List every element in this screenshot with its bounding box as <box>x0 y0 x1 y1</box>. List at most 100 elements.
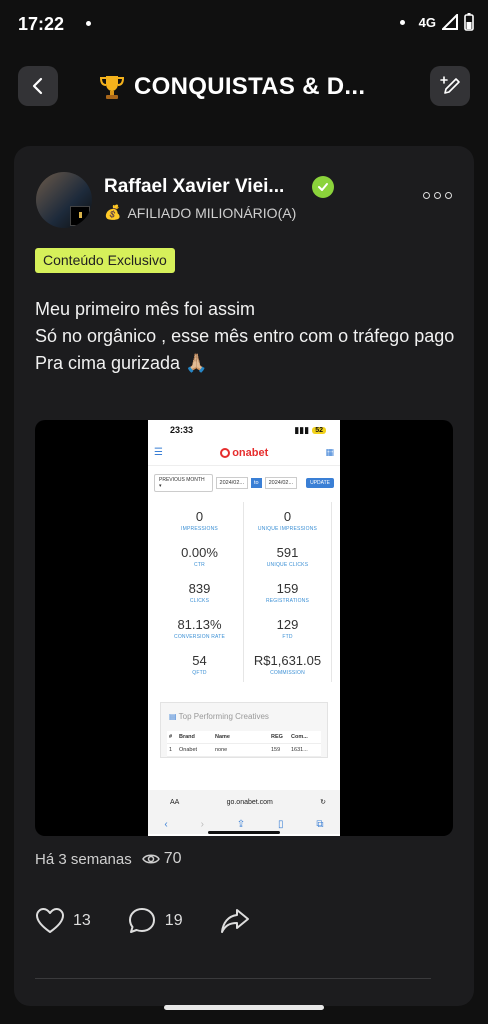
logo-text: onabet <box>232 446 269 459</box>
date-to: 2024/02... <box>264 477 298 489</box>
stat-label: UNIQUE CLICKS <box>266 561 309 568</box>
back-icon: ‹ <box>164 818 168 830</box>
page-title: CONQUISTAS & D... <box>98 73 365 101</box>
tabs-icon: ⧉ <box>316 818 324 830</box>
post-text-line: Meu primeiro mês foi assim <box>35 299 256 319</box>
stat-cell: 0.00% CTR <box>156 538 244 574</box>
status-icons: 4G <box>399 13 474 31</box>
reload-icon: ↻ <box>320 799 326 806</box>
top-creatives-title-text: Top Performing Creatives <box>178 712 269 721</box>
table-header-row: # Brand Name REG Com... <box>167 731 321 744</box>
verified-icon <box>312 176 334 198</box>
screenshot-url-bar: AA go.onabet.com ↻ <box>148 790 340 814</box>
stat-cell: 159 REGISTRATIONS <box>244 574 332 610</box>
embedded-screenshot: 23:33 ▮▮▮ 52 ☰ onabet ▦ PREVIOUS MONTH ▾… <box>148 420 340 836</box>
period-select: PREVIOUS MONTH ▾ <box>154 474 213 492</box>
table-icon: ▤ <box>169 712 177 721</box>
stat-label: IMPRESSIONS <box>181 525 218 532</box>
battery-icon <box>464 13 474 31</box>
dot-icon <box>434 192 441 199</box>
share-icon: ⇪ <box>236 818 246 830</box>
table-row: 1 Onabet none 159 1631... <box>167 744 321 757</box>
chevron-left-icon <box>32 77 43 95</box>
logo-ring-icon <box>220 447 231 458</box>
avatar[interactable] <box>36 172 92 228</box>
url-text: go.onabet.com <box>226 798 273 806</box>
new-post-button[interactable] <box>430 66 470 106</box>
stat-label: FTD <box>282 633 293 640</box>
table-header: Name <box>215 734 230 740</box>
status-bar: 17:22 4G <box>0 0 488 50</box>
stat-cell: 591 UNIQUE CLICKS <box>244 538 332 574</box>
table-header: # <box>169 734 173 740</box>
screenshot-home-indicator <box>208 831 280 834</box>
view-count-value: 70 <box>163 850 182 867</box>
post-text-line: Só no orgânico , esse mês entro com o tr… <box>35 326 455 346</box>
divider <box>35 978 431 979</box>
post-text: Meu primeiro mês foi assim Só no orgânic… <box>35 296 460 377</box>
screenshot-header: ☰ onabet ▦ <box>148 440 340 466</box>
home-indicator[interactable] <box>164 1005 324 1010</box>
table-header: Com... <box>291 734 308 740</box>
network-label: 4G <box>418 14 436 30</box>
exclusive-content-tag: Conteúdo Exclusivo <box>35 248 175 273</box>
stat-value: 159 <box>276 580 299 596</box>
comment-count: 19 <box>164 912 183 929</box>
post-image[interactable]: 23:33 ▮▮▮ 52 ☰ onabet ▦ PREVIOUS MONTH ▾… <box>35 420 453 836</box>
money-bag-icon: 💰 <box>104 204 122 220</box>
creatives-table: # Brand Name REG Com... 1 Onabet none 15… <box>167 731 321 757</box>
screenshot-filter-bar: PREVIOUS MONTH ▾ 2024/02... to 2024/02..… <box>148 466 340 500</box>
stat-value: 129 <box>276 616 299 632</box>
status-time: 17:22 <box>18 14 65 34</box>
update-button: UPDATE <box>306 478 334 488</box>
table-cell: 1631... <box>291 747 308 753</box>
notification-dot-icon <box>86 21 91 26</box>
stat-cell: 81.13% CONVERSION RATE <box>156 610 244 646</box>
table-cell: none <box>215 747 228 753</box>
stat-label: CTR <box>194 561 205 568</box>
stat-value: 81.13% <box>177 616 222 632</box>
stat-value: 0 <box>283 508 292 524</box>
author-role: 💰 AFILIADO MILIONÁRIO(A) <box>104 204 296 221</box>
bookmarks-icon: ▯ <box>278 818 284 830</box>
grid-icon: ▦ <box>325 447 334 457</box>
comment-button[interactable]: 19 <box>127 906 183 936</box>
stat-value: R$1,631.05 <box>253 652 322 668</box>
screenshot-status-icons: ▮▮▮ 52 <box>294 425 326 436</box>
dot-icon <box>445 192 452 199</box>
screenshot-status-bar: 23:33 ▮▮▮ 52 <box>148 420 340 440</box>
like-button[interactable]: 13 <box>35 907 91 935</box>
post-time: Há 3 semanas <box>35 850 132 868</box>
stat-label: CONVERSION RATE <box>174 633 225 640</box>
table-cell: 1 <box>169 747 173 753</box>
share-arrow-icon <box>220 909 249 933</box>
screenshot-time: 23:33 <box>170 425 194 435</box>
post-meta: Há 3 semanas 70 <box>35 850 182 868</box>
top-creatives-panel: ▤ Top Performing Creatives # Brand Name … <box>160 702 328 758</box>
forward-icon: › <box>200 818 204 830</box>
onabet-logo: onabet <box>220 447 268 459</box>
post-text-line: Pra cima gurizada 🙏🏼 <box>35 353 208 373</box>
share-button[interactable] <box>219 907 251 935</box>
more-options-button[interactable] <box>423 192 452 199</box>
menu-icon: ☰ <box>154 447 163 458</box>
table-header: Brand <box>179 734 195 740</box>
like-count: 13 <box>73 912 91 929</box>
stat-label: CLICKS <box>189 597 210 604</box>
signal-icon <box>442 14 458 30</box>
view-count: 70 <box>141 850 182 868</box>
stat-label: COMMISSION <box>270 669 305 676</box>
author-name[interactable]: Raffael Xavier Viei... <box>104 176 284 198</box>
stat-value: 0.00% <box>181 544 218 560</box>
stat-label: REGISTRATIONS <box>265 597 310 604</box>
author-role-text: AFILIADO MILIONÁRIO(A) <box>127 204 297 221</box>
stat-value: 0 <box>195 508 204 524</box>
stat-cell: 54 QFTD <box>156 646 244 682</box>
date-from: 2024/02... <box>215 477 249 489</box>
back-button[interactable] <box>18 66 58 106</box>
stat-label: QFTD <box>192 669 207 676</box>
heart-icon <box>36 908 64 933</box>
stat-cell: 0 UNIQUE IMPRESSIONS <box>244 502 332 538</box>
post-actions: 13 19 <box>35 906 287 936</box>
top-bar: CONQUISTAS & D... <box>0 64 488 110</box>
